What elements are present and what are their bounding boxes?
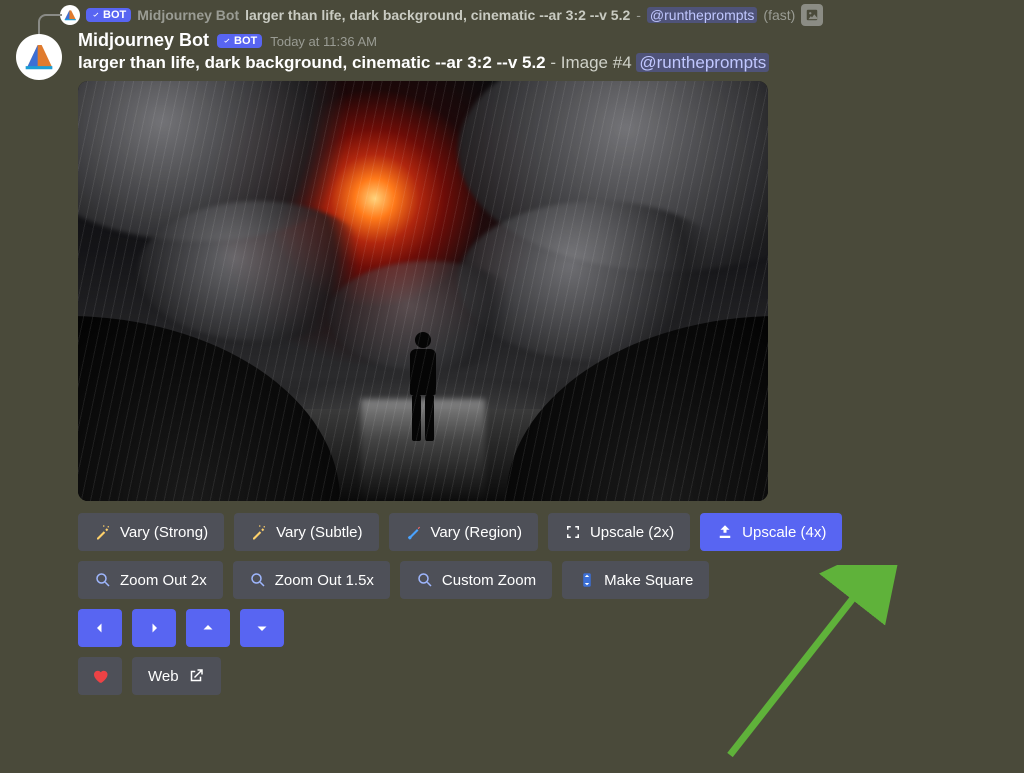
button-row-2: Zoom Out 2x Zoom Out 1.5x Custom Zoom Ma… [78, 561, 1008, 599]
arrow-down-icon [253, 619, 271, 637]
pan-left-button[interactable] [78, 609, 122, 647]
image-number: - Image #4 [546, 53, 637, 72]
heart-icon [91, 667, 109, 685]
bot-badge-label: BOT [234, 35, 257, 47]
pan-right-button[interactable] [132, 609, 176, 647]
reply-mode: (fast) [763, 7, 795, 23]
web-label: Web [148, 668, 179, 685]
vary-subtle-label: Vary (Subtle) [276, 524, 362, 541]
arrows-vertical-icon [578, 571, 596, 589]
reply-prompt: larger than life, dark background, cinem… [245, 7, 630, 23]
reply-image-icon [801, 4, 823, 26]
zoom-out-2x-button[interactable]: Zoom Out 2x [78, 561, 223, 599]
prompt-text: larger than life, dark background, cinem… [78, 53, 546, 72]
upscale-4x-button[interactable]: Upscale (4x) [700, 513, 842, 551]
prompt-mention[interactable]: @runtheprompts [636, 53, 769, 72]
pan-up-button[interactable] [186, 609, 230, 647]
magnifier-icon [416, 571, 434, 589]
make-square-label: Make Square [604, 572, 693, 589]
pan-down-button[interactable] [240, 609, 284, 647]
brush-icon [405, 523, 423, 541]
vary-region-button[interactable]: Vary (Region) [389, 513, 538, 551]
button-row-4: Web [78, 657, 1008, 695]
wand-icon [250, 523, 268, 541]
upscale-icon [716, 523, 734, 541]
custom-zoom-button[interactable]: Custom Zoom [400, 561, 552, 599]
upscale-2x-button[interactable]: Upscale (2x) [548, 513, 690, 551]
upscale-2x-label: Upscale (2x) [590, 524, 674, 541]
message: Midjourney Bot BOT Today at 11:36 AM lar… [0, 28, 1024, 703]
vary-strong-button[interactable]: Vary (Strong) [78, 513, 224, 551]
make-square-button[interactable]: Make Square [562, 561, 709, 599]
expand-icon [564, 523, 582, 541]
button-row-1: Vary (Strong) Vary (Subtle) Vary (Region… [78, 513, 1008, 551]
reply-bot-name: Midjourney Bot [137, 7, 239, 23]
generated-image[interactable] [78, 81, 768, 501]
web-button[interactable]: Web [132, 657, 221, 695]
button-row-3 [78, 609, 1008, 647]
arrow-left-icon [91, 619, 109, 637]
wand-icon [94, 523, 112, 541]
action-buttons: Vary (Strong) Vary (Subtle) Vary (Region… [78, 513, 1008, 695]
custom-zoom-label: Custom Zoom [442, 572, 536, 589]
bot-badge: BOT [217, 34, 262, 48]
arrow-up-icon [199, 619, 217, 637]
favorite-button[interactable] [78, 657, 122, 695]
reply-reference[interactable]: BOT Midjourney Bot larger than life, dar… [0, 0, 1024, 28]
prompt-line: larger than life, dark background, cinem… [78, 53, 1008, 73]
message-timestamp: Today at 11:36 AM [270, 34, 377, 49]
magnifier-icon [94, 571, 112, 589]
reply-mention[interactable]: @runtheprompts [647, 7, 757, 23]
bot-badge-small: BOT [86, 8, 131, 22]
zoom-out-15x-button[interactable]: Zoom Out 1.5x [233, 561, 390, 599]
reply-avatar [60, 5, 80, 25]
vary-subtle-button[interactable]: Vary (Subtle) [234, 513, 378, 551]
external-link-icon [187, 667, 205, 685]
upscale-4x-label: Upscale (4x) [742, 524, 826, 541]
reply-spine [38, 14, 62, 34]
reply-dash: - [636, 7, 641, 23]
zoom-out-2x-label: Zoom Out 2x [120, 572, 207, 589]
vary-strong-label: Vary (Strong) [120, 524, 208, 541]
zoom-out-15x-label: Zoom Out 1.5x [275, 572, 374, 589]
bot-name[interactable]: Midjourney Bot [78, 30, 209, 51]
arrow-right-icon [145, 619, 163, 637]
bot-badge-text: BOT [103, 9, 126, 21]
bot-avatar[interactable] [16, 34, 62, 80]
magnifier-icon [249, 571, 267, 589]
vary-region-label: Vary (Region) [431, 524, 522, 541]
